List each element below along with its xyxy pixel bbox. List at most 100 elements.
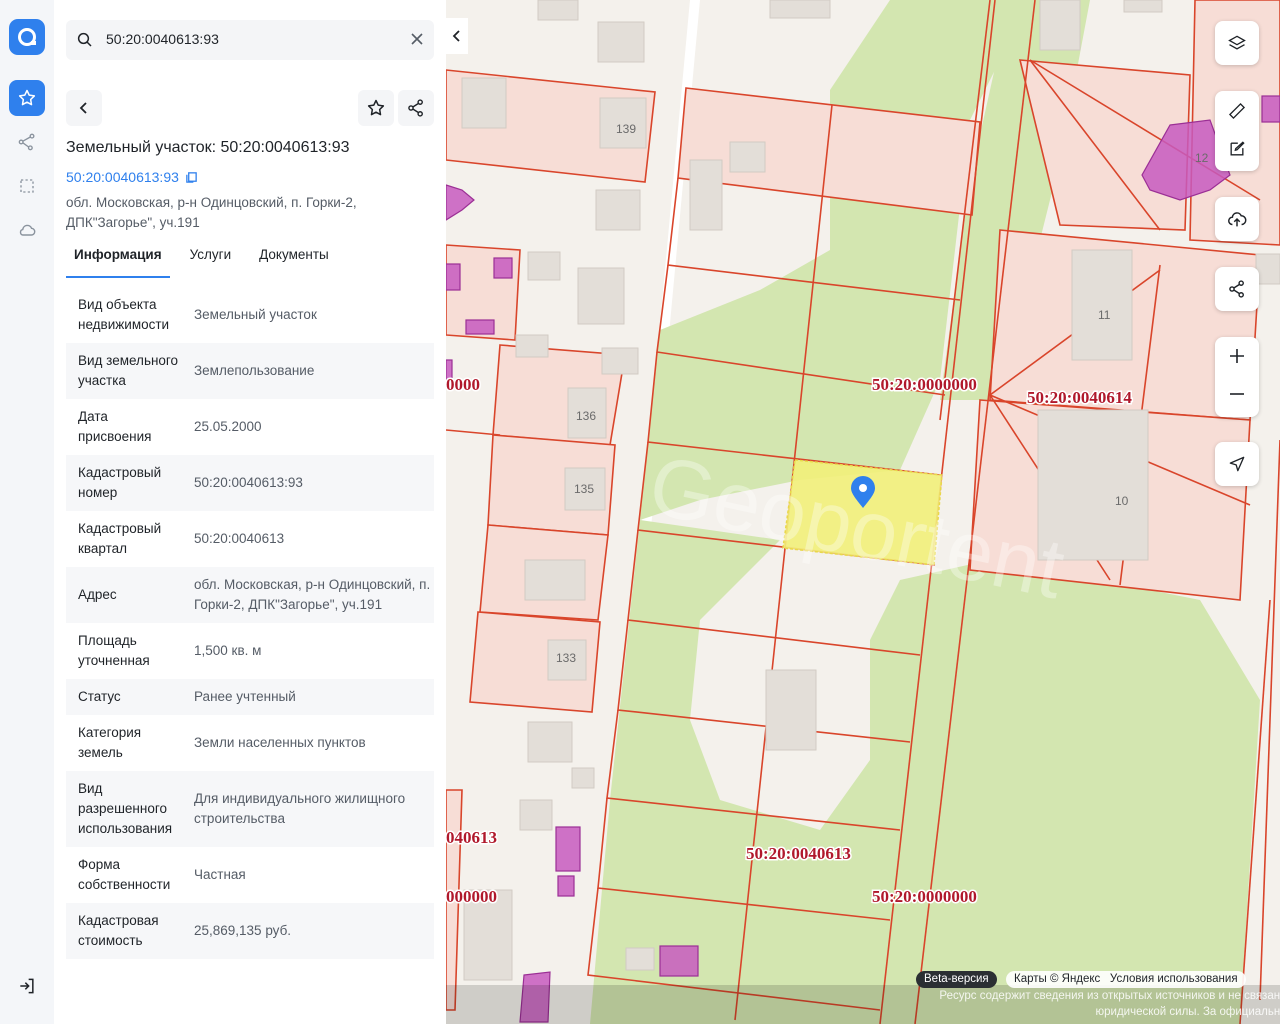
row-key: Категория земель bbox=[78, 725, 142, 760]
collapse-panel-button[interactable] bbox=[446, 18, 468, 54]
upload-button[interactable] bbox=[1215, 197, 1259, 241]
row-key: Площадь уточненная bbox=[78, 633, 150, 668]
info-row: Адрес обл. Московская, р-н Одинцовский, п… bbox=[66, 567, 434, 623]
cloud-icon bbox=[19, 224, 36, 236]
row-key: Вид разрешенного использования bbox=[78, 781, 173, 836]
beta-badge: Beta-версия bbox=[916, 971, 997, 988]
route-nav[interactable] bbox=[9, 124, 45, 160]
edit-icon bbox=[1230, 141, 1245, 156]
dashed-square-icon bbox=[20, 179, 34, 193]
layers-icon bbox=[1228, 35, 1246, 50]
share-icon bbox=[1229, 280, 1244, 298]
info-table: Вид объекта недвижимости Земельный участо… bbox=[66, 287, 434, 959]
cloud-nav[interactable] bbox=[9, 212, 45, 248]
star-icon bbox=[367, 99, 385, 116]
house-number: 11 bbox=[1098, 308, 1111, 322]
house-number: 135 bbox=[574, 482, 594, 496]
route-icon bbox=[18, 133, 35, 151]
cadastral-link-text[interactable]: 50:20:0040613:93 bbox=[66, 169, 179, 185]
page-title: Земельный участок: 50:20:0040613:93 bbox=[66, 139, 350, 156]
zoom-group bbox=[1215, 337, 1259, 417]
cadastral-map[interactable]: Geoportent 139 136 135 133 11 10 12 50:2… bbox=[446, 0, 1280, 1024]
copy-icon[interactable] bbox=[185, 171, 198, 184]
row-key: Кадастровая стоимость bbox=[78, 913, 159, 948]
zoom-in-button[interactable] bbox=[1228, 347, 1246, 370]
search-input[interactable]: 50:20:0040613:93 bbox=[106, 31, 219, 47]
cloud-upload-icon bbox=[1228, 212, 1247, 227]
row-value: 1,500 кв. м bbox=[194, 643, 262, 658]
row-key: Адрес bbox=[78, 587, 117, 602]
info-row: Категория земель Земли населенных пунктов bbox=[66, 715, 434, 771]
row-value: Ранее учтенный bbox=[194, 689, 296, 704]
map-attribution: Карты © Яндекс Условия использования bbox=[1006, 971, 1246, 988]
logo-icon bbox=[18, 28, 36, 46]
terms-link[interactable]: Условия использования bbox=[1110, 973, 1238, 985]
info-row: Кадастровый номер 50:20:0040613:93 bbox=[66, 455, 434, 511]
row-value: обл. Московская, р-н Одинцовский, п. Гор… bbox=[194, 577, 431, 612]
ruler-icon bbox=[1228, 102, 1246, 120]
row-value: Частная bbox=[194, 867, 246, 882]
row-value: Для индивидуального жилищного строительс… bbox=[194, 791, 406, 826]
row-key: Статус bbox=[78, 689, 121, 704]
row-key: Кадастровый квартал bbox=[78, 521, 162, 556]
favorites-nav[interactable] bbox=[9, 80, 45, 116]
info-row: Площадь уточненная 1,500 кв. м bbox=[66, 623, 434, 679]
info-row: Вид объекта недвижимости Земельный участо… bbox=[66, 287, 434, 343]
house-number: 133 bbox=[556, 651, 576, 665]
left-rail bbox=[0, 0, 55, 1024]
plus-icon bbox=[1230, 349, 1244, 363]
tab-documents[interactable]: Документы bbox=[251, 240, 337, 276]
house-number: 12 bbox=[1195, 151, 1209, 165]
tools-group bbox=[1215, 91, 1259, 171]
map-share-button[interactable] bbox=[1215, 267, 1259, 311]
quarter-label: 040613 bbox=[446, 828, 497, 847]
geolocation-button[interactable] bbox=[1215, 442, 1259, 486]
login-nav[interactable] bbox=[9, 968, 45, 1004]
tab-services[interactable]: Услуги bbox=[182, 240, 240, 276]
maps-copyright[interactable]: Карты © Яндекс bbox=[1014, 973, 1100, 985]
row-value: 50:20:0040613 bbox=[194, 531, 285, 546]
quarter-label: 50:20:0000000 bbox=[872, 375, 977, 394]
row-value: 25,869,135 руб. bbox=[194, 923, 292, 938]
ruler-button[interactable] bbox=[1227, 101, 1247, 126]
search-box[interactable]: 50:20:0040613:93 bbox=[66, 20, 434, 60]
info-row: Вид земельного участка Землепользование bbox=[66, 343, 434, 399]
quarter-label: 50:20:0040614 bbox=[1027, 388, 1132, 407]
quarter-label: 000000 bbox=[446, 887, 497, 906]
info-row: Статус Ранее учтенный bbox=[66, 679, 434, 715]
info-row: Дата присвоения 25.05.2000 bbox=[66, 399, 434, 455]
row-key: Вид объекта недвижимости bbox=[78, 297, 170, 332]
select-area-nav[interactable] bbox=[9, 168, 45, 204]
info-row: Кадастровый квартал 50:20:0040613 bbox=[66, 511, 434, 567]
row-value: 25.05.2000 bbox=[194, 419, 262, 434]
favorite-button[interactable] bbox=[358, 90, 394, 126]
chevron-left-icon bbox=[79, 102, 87, 114]
row-value: Землепользование bbox=[194, 363, 315, 378]
house-number: 139 bbox=[616, 122, 636, 136]
cadastral-link[interactable]: 50:20:0040613:93 bbox=[66, 169, 198, 185]
back-button[interactable] bbox=[66, 90, 102, 126]
info-row: Форма собственности Частная bbox=[66, 847, 434, 903]
disclaimer-text: Ресурс содержит сведения из открытых ист… bbox=[939, 990, 1280, 1018]
row-value: Земли населенных пунктов bbox=[194, 735, 366, 750]
layers-button[interactable] bbox=[1215, 21, 1259, 65]
navigation-arrow-icon bbox=[1229, 456, 1245, 472]
share-button[interactable] bbox=[398, 90, 434, 126]
row-value: 50:20:0040613:93 bbox=[194, 475, 303, 490]
chevron-left-icon bbox=[452, 30, 460, 42]
info-panel: 50:20:0040613:93 Земельный участок: 50:2… bbox=[54, 0, 446, 1024]
house-number: 10 bbox=[1115, 494, 1129, 508]
tab-information[interactable]: Информация bbox=[66, 240, 170, 278]
star-icon bbox=[18, 89, 36, 106]
search-icon bbox=[77, 32, 92, 47]
zoom-out-button[interactable] bbox=[1228, 385, 1246, 408]
info-row: Вид разрешенного использования Для индиви… bbox=[66, 771, 434, 847]
quarter-label: 50:20:0040613 bbox=[746, 844, 851, 863]
map-view[interactable]: Geoportent 139 136 135 133 11 10 12 50:2… bbox=[446, 0, 1280, 1024]
row-key: Кадастровый номер bbox=[78, 465, 162, 500]
close-icon[interactable] bbox=[410, 32, 424, 46]
edit-button[interactable] bbox=[1227, 139, 1247, 164]
address-text: обл. Московская, р-н Одинцовский, п. Гор… bbox=[66, 195, 357, 230]
app-logo[interactable] bbox=[9, 19, 45, 55]
row-value: Земельный участок bbox=[194, 307, 317, 322]
